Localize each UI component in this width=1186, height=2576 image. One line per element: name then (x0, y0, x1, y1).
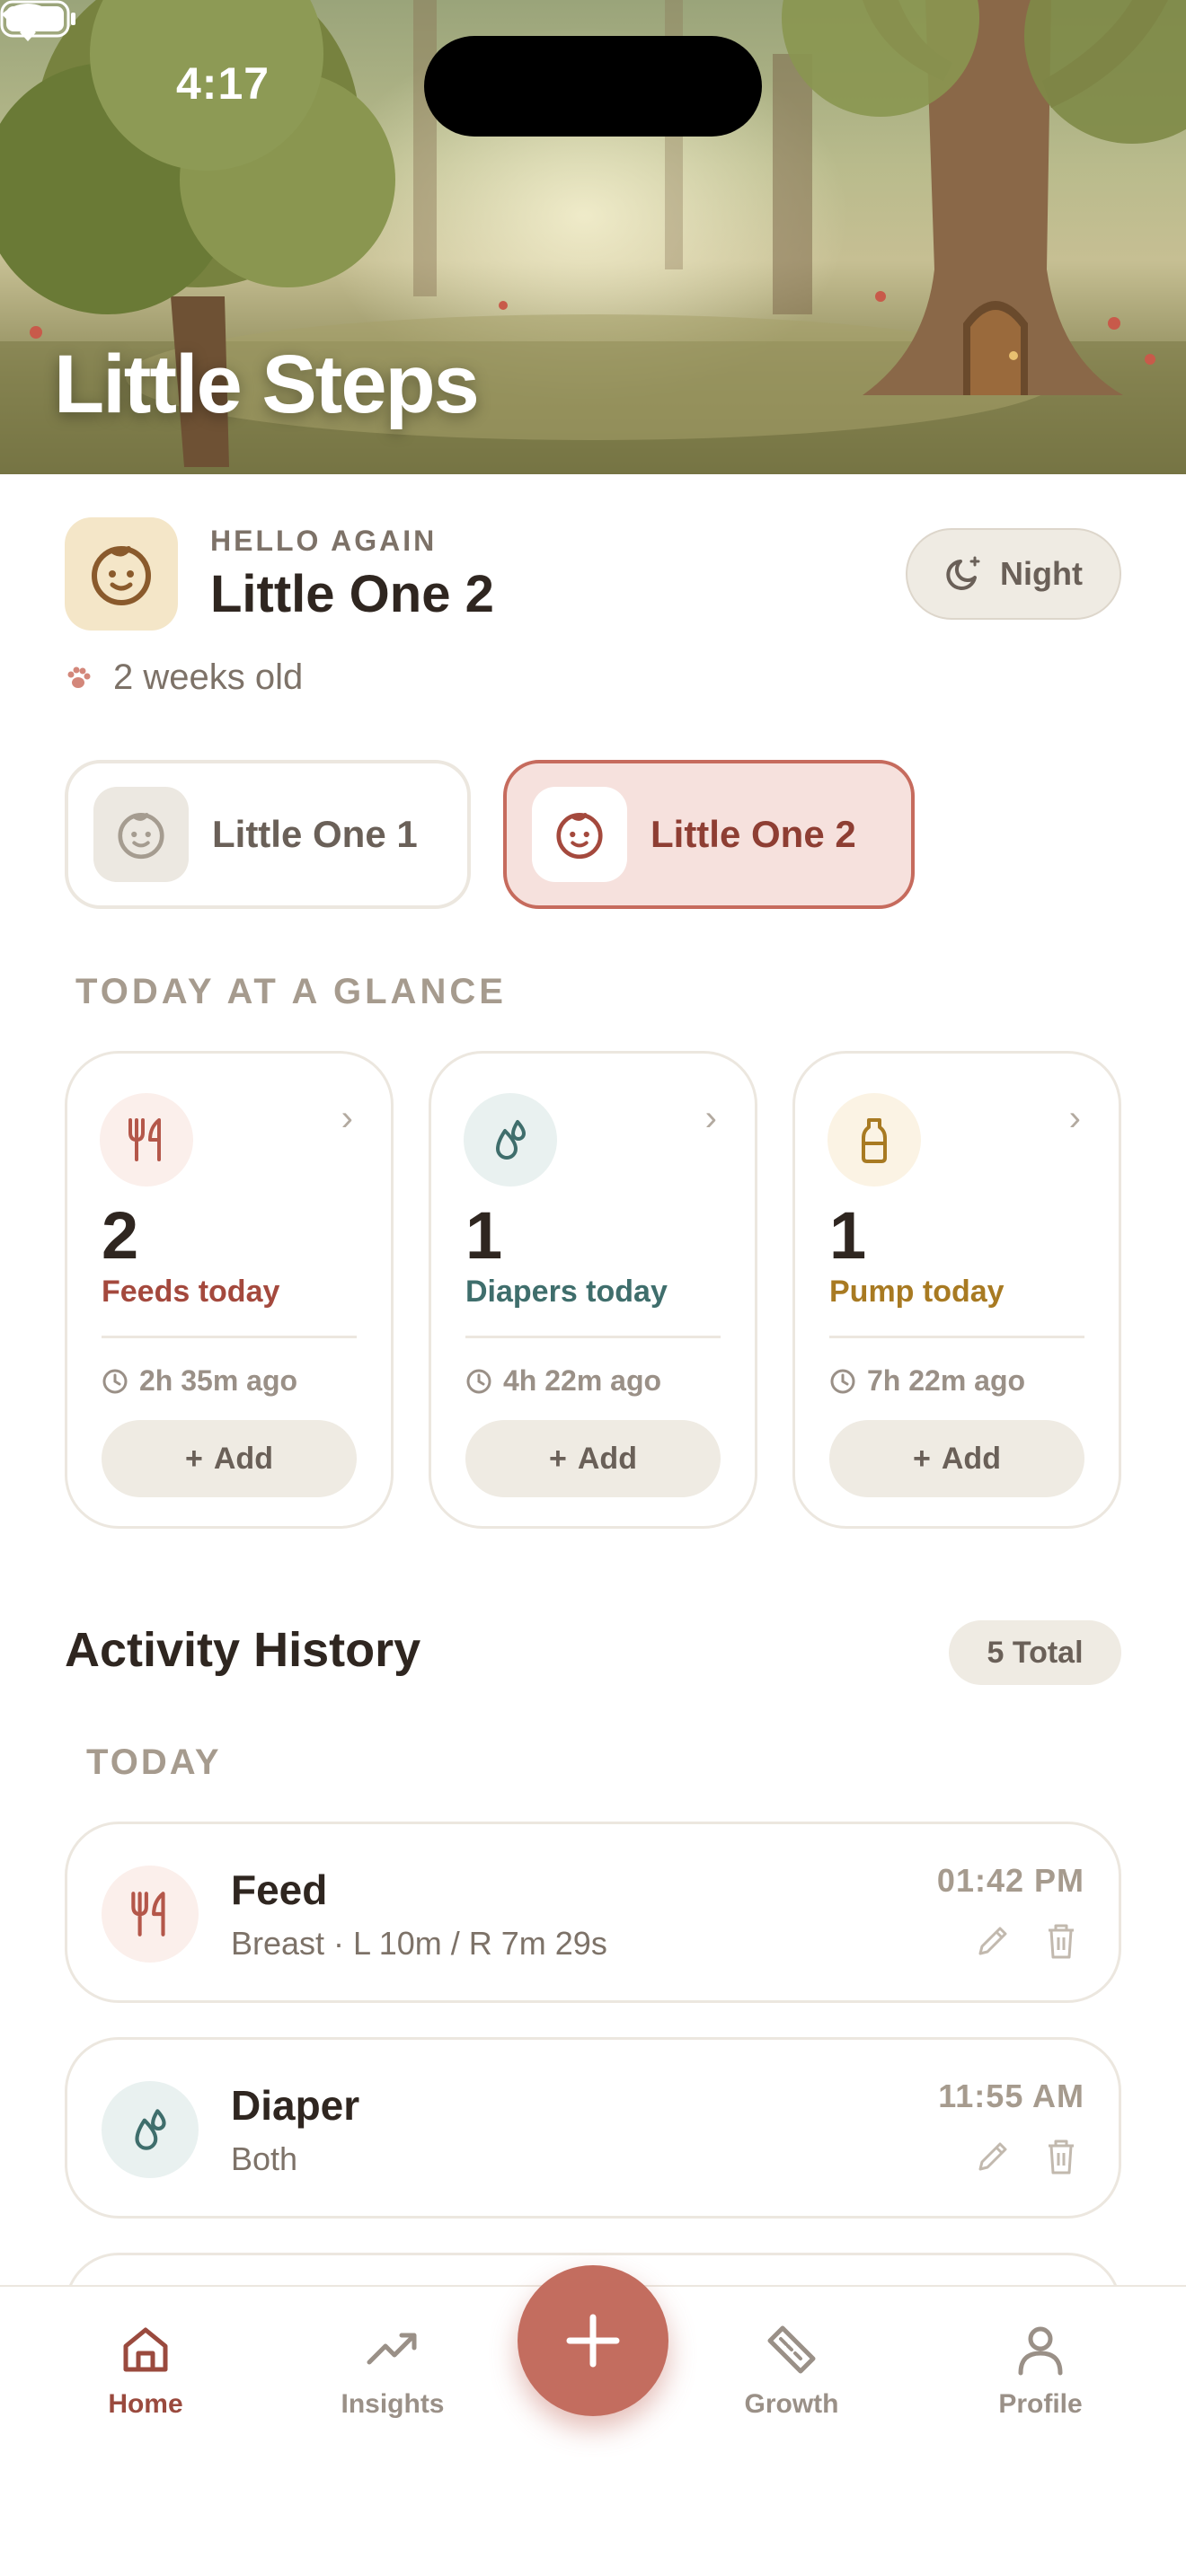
clock-icon (102, 1369, 128, 1393)
divider (465, 1336, 721, 1338)
baby-name: Little One 2 (210, 565, 494, 623)
age-label: 2 weeks old (113, 657, 304, 697)
pump-label: Pump today (829, 1275, 1005, 1309)
history-total-badge: 5 Total (949, 1620, 1121, 1685)
history-item-diaper[interactable]: Diaper Both 11:55 AM (65, 2037, 1121, 2219)
feeds-last: 2h 35m ago (102, 1364, 297, 1398)
history-item-detail: Breast · L 10m / R 7m 29s (231, 1925, 607, 1962)
plus-icon: + (913, 1441, 931, 1476)
history-item-time: 01:42 PM (936, 1862, 1084, 1899)
hero-banner: 4:17 Little Steps (0, 0, 1186, 474)
home-icon (123, 2327, 168, 2372)
fork-knife-icon (102, 1866, 199, 1963)
plus-icon (566, 2314, 620, 2368)
night-mode-label: Night (1000, 555, 1083, 592)
history-item-title: Feed (231, 1866, 328, 1913)
add-entry-fab[interactable] (518, 2265, 668, 2416)
tab-insights[interactable]: Insights (303, 2323, 482, 2420)
chevron-right-icon: › (704, 1098, 717, 1138)
droplets-icon (464, 1093, 557, 1187)
glance-section-title: TODAY AT A GLANCE (75, 972, 507, 1011)
diapers-label: Diapers today (465, 1275, 668, 1309)
baby-face-icon (92, 546, 151, 605)
droplets-icon (102, 2081, 199, 2178)
tab-growth[interactable]: Growth (702, 2323, 881, 2420)
tab-label: Profile (998, 2389, 1083, 2419)
battery-icon (0, 0, 75, 38)
person-icon (1018, 2326, 1063, 2376)
add-label: Add (213, 1441, 273, 1476)
history-item-title: Diaper (231, 2082, 360, 2129)
history-item-time: 11:55 AM (938, 2078, 1084, 2114)
tab-label: Insights (341, 2389, 445, 2419)
pump-last: 7h 22m ago (829, 1364, 1025, 1398)
baby-chip-little-one-2[interactable]: Little One 2 (503, 760, 915, 909)
plus-icon: + (549, 1441, 567, 1476)
trend-icon (367, 2333, 417, 2365)
diapers-ago-text: 4h 22m ago (503, 1364, 662, 1397)
dynamic-island (424, 36, 762, 137)
bottle-icon (828, 1093, 921, 1187)
baby-face-icon (532, 787, 627, 882)
tab-home[interactable]: Home (56, 2323, 235, 2420)
chevron-right-icon: › (1068, 1098, 1081, 1138)
trash-icon[interactable] (1043, 1921, 1079, 1961)
pump-count: 1 (829, 1198, 867, 1273)
add-pump-button[interactable]: + Add (829, 1420, 1084, 1497)
clock-icon (466, 1369, 491, 1393)
app-title: Little Steps (54, 339, 480, 430)
pump-card[interactable]: › 1 Pump today 7h 22m ago + Add (792, 1051, 1121, 1529)
feeds-card[interactable]: › 2 Feeds today 2h 35m ago + Add (65, 1051, 394, 1529)
diapers-count: 1 (465, 1198, 503, 1273)
fork-knife-icon (100, 1093, 193, 1187)
greeting-label: HELLO AGAIN (210, 525, 438, 557)
baby-face-icon (93, 787, 189, 882)
pump-ago-text: 7h 22m ago (867, 1364, 1026, 1397)
tab-label: Home (108, 2389, 183, 2419)
baby-chip-little-one-1[interactable]: Little One 1 (65, 760, 471, 909)
moon-icon (946, 556, 980, 590)
tab-profile[interactable]: Profile (951, 2323, 1130, 2420)
add-label: Add (577, 1441, 637, 1476)
baby-avatar[interactable] (65, 517, 178, 631)
baby-age: 2 weeks old (65, 657, 303, 698)
paw-icon (67, 666, 91, 688)
trash-icon[interactable] (1043, 2137, 1079, 2176)
feeds-ago-text: 2h 35m ago (139, 1364, 298, 1397)
add-label: Add (941, 1441, 1001, 1476)
history-group-label: TODAY (86, 1742, 222, 1782)
history-title: Activity History (65, 1623, 421, 1677)
night-mode-button[interactable]: Night (906, 528, 1121, 620)
history-item-feed[interactable]: Feed Breast · L 10m / R 7m 29s 01:42 PM (65, 1822, 1121, 2003)
feeds-count: 2 (102, 1198, 139, 1273)
divider (829, 1336, 1084, 1338)
clock-icon (830, 1369, 855, 1393)
chevron-right-icon: › (341, 1098, 353, 1138)
baby-chip-label: Little One 2 (651, 813, 856, 855)
status-time: 4:17 (176, 58, 270, 109)
diapers-card[interactable]: › 1 Diapers today 4h 22m ago + Add (429, 1051, 757, 1529)
tab-label: Growth (744, 2389, 839, 2419)
ruler-icon (767, 2325, 816, 2374)
pencil-icon[interactable] (973, 1921, 1013, 1961)
baby-chip-label: Little One 1 (212, 813, 418, 855)
pencil-icon[interactable] (973, 2137, 1013, 2176)
add-feed-button[interactable]: + Add (102, 1420, 357, 1497)
plus-icon: + (185, 1441, 203, 1476)
feeds-label: Feeds today (102, 1275, 280, 1309)
diapers-last: 4h 22m ago (465, 1364, 661, 1398)
history-item-detail: Both (231, 2140, 298, 2177)
divider (102, 1336, 357, 1338)
add-diaper-button[interactable]: + Add (465, 1420, 721, 1497)
